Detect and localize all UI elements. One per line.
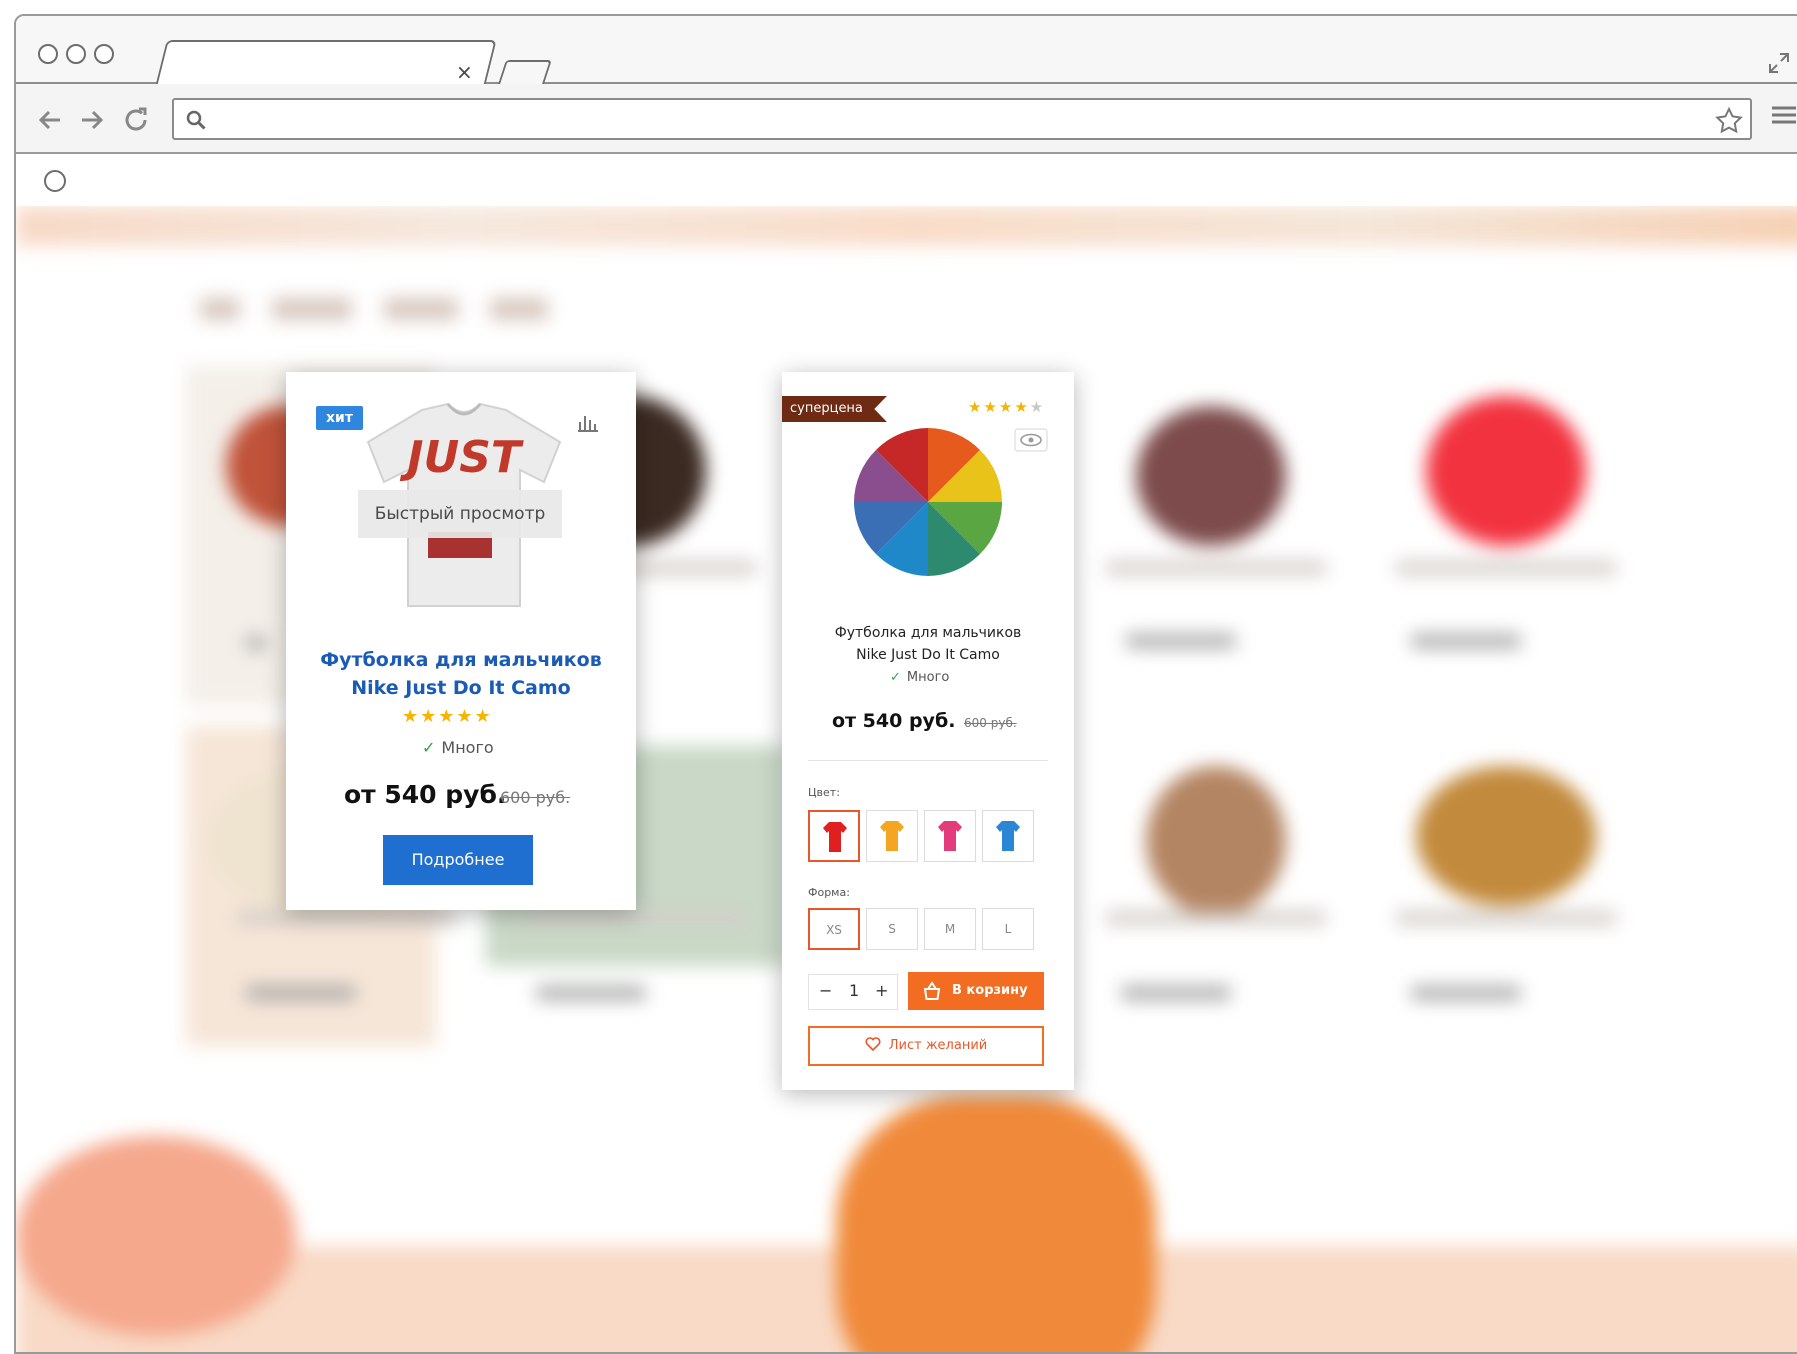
compare-icon[interactable] [576, 410, 600, 434]
minimize-window-button[interactable] [66, 44, 86, 64]
color-swatch-red[interactable] [808, 810, 860, 862]
divider [808, 760, 1048, 761]
close-window-button[interactable] [38, 44, 58, 64]
svg-text:JUST: JUST [399, 432, 524, 483]
hit-badge: хит [316, 406, 363, 430]
quick-view-button[interactable]: Быстрый просмотр [358, 490, 562, 538]
reload-icon[interactable] [120, 104, 152, 136]
expanded-product-card[interactable]: суперцена ★★★★★ Футболка для мальчиков N… [782, 372, 1074, 1090]
product-title-line1: Футболка для мальчиков [834, 625, 1022, 641]
color-label: Цвет: [808, 786, 840, 799]
stars-filled: ★★★★ [968, 398, 1030, 416]
size-option-m[interactable]: M [924, 908, 976, 950]
browser-window: × хит JUST Быстрый просмотр Футболка для… [14, 14, 1797, 1354]
wishlist-label: Лист желаний [888, 1038, 988, 1053]
qty-minus-button[interactable]: − [819, 981, 832, 1000]
quantity-stepper[interactable]: − 1 + [808, 974, 898, 1010]
stock-status: ✓ Много [422, 738, 494, 757]
old-price: 600 руб. [500, 788, 571, 807]
url-input[interactable] [216, 104, 1656, 136]
back-arrow-icon[interactable] [34, 104, 66, 136]
size-option-s[interactable]: S [866, 908, 918, 950]
size-option-l[interactable]: L [982, 908, 1034, 950]
qty-plus-button[interactable]: + [875, 981, 888, 1000]
size-option-xs[interactable]: XS [808, 908, 860, 950]
page-status-icon [44, 170, 66, 192]
address-bar[interactable] [172, 98, 1752, 140]
heart-icon [865, 1037, 881, 1051]
color-swatch-blue[interactable] [982, 810, 1034, 862]
browser-titlebar: × [16, 16, 1797, 86]
super-price-badge: суперцена [782, 396, 887, 422]
browser-tab[interactable] [155, 40, 497, 86]
price: от 540 руб. [832, 710, 956, 732]
stars-empty: ★ [1029, 398, 1046, 416]
add-to-cart-label: В корзину [952, 983, 1028, 998]
stock-label: Много [906, 670, 950, 685]
color-swatch-yellow[interactable] [866, 810, 918, 862]
dress-icon [996, 821, 1020, 851]
dress-icon [938, 821, 962, 851]
forward-arrow-icon[interactable] [76, 104, 108, 136]
size-label: Форма: [808, 886, 850, 899]
menu-icon[interactable] [1770, 100, 1797, 130]
qty-value[interactable]: 1 [849, 981, 859, 1000]
stock-label: Много [441, 738, 494, 757]
basket-icon [923, 981, 941, 1000]
color-swatch-pink[interactable] [924, 810, 976, 862]
dress-icon [823, 822, 847, 852]
tab-close-icon[interactable]: × [456, 60, 473, 84]
add-to-cart-button[interactable]: В корзину [908, 972, 1044, 1010]
wishlist-button[interactable]: Лист желаний [808, 1026, 1044, 1066]
eye-icon[interactable] [1014, 428, 1048, 452]
rating-stars: ★★★★★ [968, 398, 1045, 416]
check-icon: ✓ [422, 738, 436, 757]
check-icon: ✓ [890, 670, 901, 685]
details-button[interactable]: Подробнее [383, 835, 533, 885]
maximize-window-button[interactable] [94, 44, 114, 64]
product-title[interactable]: Футболка для мальчиков Nike Just Do It C… [798, 622, 1058, 666]
old-price: 600 руб. [964, 716, 1017, 730]
bookmark-star-icon[interactable] [1714, 106, 1744, 136]
product-title-line2: Nike Just Do It Camo [856, 647, 1000, 663]
fullscreen-icon[interactable] [1768, 52, 1790, 74]
extension-bar [16, 156, 1797, 206]
product-title-line1: Футболка для мальчиков [320, 649, 602, 671]
rainbow-cake-image[interactable] [848, 422, 1008, 582]
price: от 540 руб. [344, 780, 507, 809]
dress-icon [880, 821, 904, 851]
product-title[interactable]: Футболка для мальчиков Nike Just Do It C… [306, 646, 616, 702]
browser-navbar [16, 84, 1797, 154]
rating-stars: ★★★★★ [402, 706, 493, 727]
new-tab-button[interactable] [498, 60, 552, 84]
quick-view-product-card[interactable]: хит JUST Быстрый просмотр Футболка для м… [286, 372, 636, 910]
search-icon [186, 110, 206, 130]
stock-status: ✓ Много [890, 670, 949, 685]
product-title-line2: Nike Just Do It Camo [351, 677, 571, 699]
